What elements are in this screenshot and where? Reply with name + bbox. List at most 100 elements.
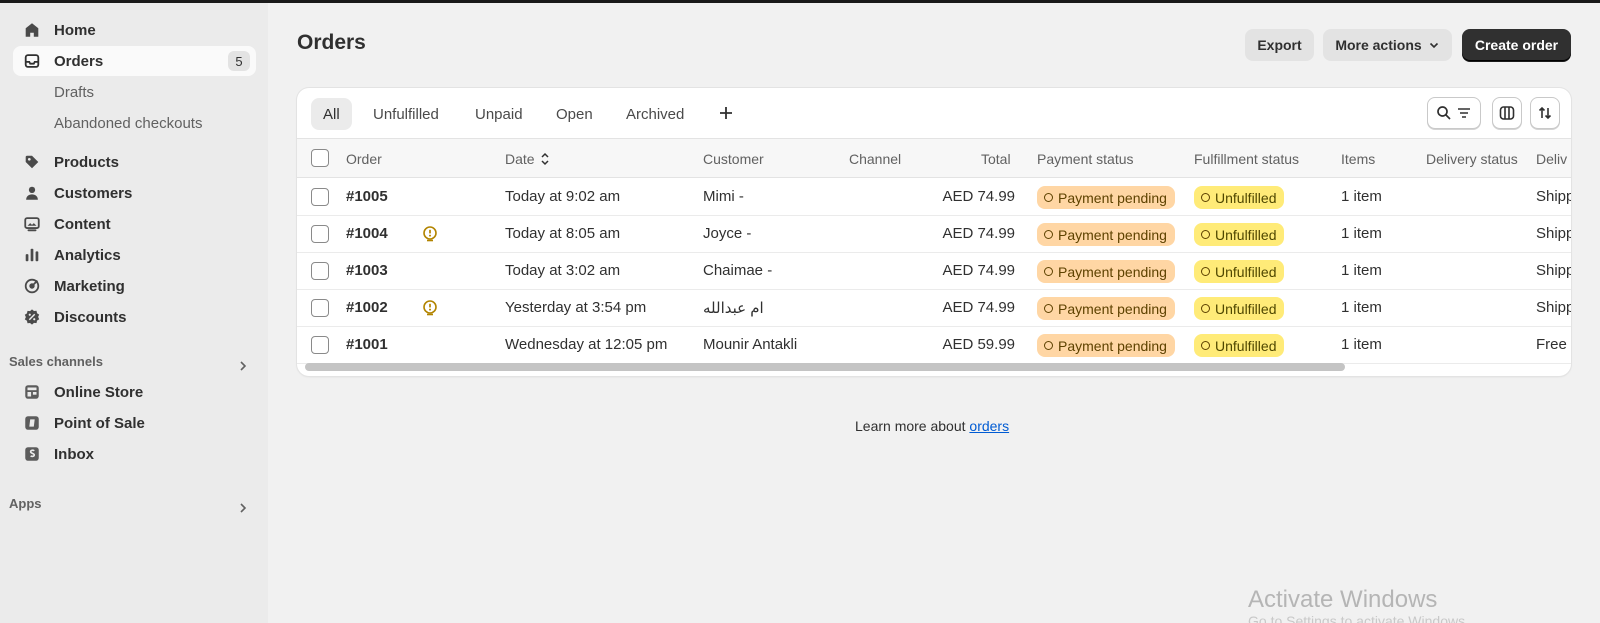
sidebar-item-marketing[interactable]: Marketing [13, 271, 256, 301]
status-dot-icon [1201, 230, 1210, 239]
fulfillment-status-badge: Unfulfilled [1194, 334, 1285, 357]
payment-status-badge: Payment pending [1037, 297, 1175, 320]
risk-alert-icon[interactable] [421, 299, 439, 317]
sort-button[interactable] [1530, 97, 1560, 129]
row-checkbox[interactable] [311, 262, 329, 280]
row-checkbox[interactable] [311, 225, 329, 243]
column-header-customer[interactable]: Customer [703, 151, 764, 167]
table-header: Order Date Customer Channel Total Paymen… [297, 138, 1571, 178]
order-date: Today at 8:05 am [505, 225, 621, 242]
discount-badge-icon [21, 306, 43, 328]
row-checkbox[interactable] [311, 299, 329, 317]
status-dot-icon [1044, 230, 1053, 239]
sidebar-item-customers[interactable]: Customers [13, 178, 256, 208]
apps-heading[interactable]: Apps [9, 496, 42, 511]
chevron-right-icon[interactable] [236, 501, 250, 515]
table-row[interactable]: #1004 Today at 8:05 am Joyce - AED 74.99 Pay… [297, 216, 1571, 253]
sidebar-subitem-abandoned-checkouts[interactable]: Abandoned checkouts [54, 115, 202, 132]
column-header-delivery-status[interactable]: Delivery status [1426, 151, 1518, 167]
payment-status-label: Payment pending [1058, 189, 1167, 206]
column-header-date[interactable]: Date [505, 151, 551, 167]
column-header-order[interactable]: Order [346, 151, 382, 167]
status-dot-icon [1201, 341, 1210, 350]
orders-help-link[interactable]: orders [969, 418, 1009, 434]
page-title: Orders [297, 31, 366, 54]
search-icon [1437, 106, 1451, 120]
sidebar-item-inbox[interactable]: Inbox [13, 439, 256, 469]
sidebar-item-label: Home [54, 21, 96, 39]
bar-chart-icon [21, 244, 43, 266]
columns-button[interactable] [1492, 97, 1522, 129]
orders-count-badge: 5 [228, 51, 250, 71]
tab-unfulfilled[interactable]: Unfulfilled [361, 98, 451, 130]
columns-icon [1499, 106, 1515, 120]
column-header-fulfillment-status[interactable]: Fulfillment status [1194, 151, 1299, 167]
fulfillment-status-label: Unfulfilled [1215, 300, 1277, 317]
tab-open[interactable]: Open [544, 98, 605, 130]
fulfillment-status-badge: Unfulfilled [1194, 223, 1285, 246]
sidebar-item-label: Content [54, 215, 111, 233]
sidebar-item-point-of-sale[interactable]: Point of Sale [13, 408, 256, 438]
order-total: AED 74.99 [942, 225, 1015, 242]
status-dot-icon [1201, 304, 1210, 313]
sidebar-item-label: Analytics [54, 246, 121, 264]
payment-status-label: Payment pending [1058, 300, 1167, 317]
order-number[interactable]: #1003 [346, 262, 388, 279]
column-header-total[interactable]: Total [981, 151, 1011, 167]
export-button[interactable]: Export [1245, 29, 1314, 61]
sidebar-item-orders[interactable]: Orders 5 [13, 46, 256, 76]
sales-channels-heading[interactable]: Sales channels [9, 354, 103, 369]
items-count: 1 item [1341, 262, 1382, 279]
order-number[interactable]: #1001 [346, 336, 388, 353]
sidebar-item-discounts[interactable]: Discounts [13, 302, 256, 332]
sort-updown-icon [541, 152, 549, 166]
more-actions-label: More actions [1335, 37, 1422, 53]
column-header-payment-status[interactable]: Payment status [1037, 151, 1134, 167]
tab-unpaid[interactable]: Unpaid [463, 98, 535, 130]
sidebar-item-content[interactable]: Content [13, 209, 256, 239]
sidebar: Home Orders 5 Drafts Abandoned checkouts… [0, 3, 268, 623]
column-header-items[interactable]: Items [1341, 151, 1375, 167]
order-total: AED 74.99 [942, 262, 1015, 279]
filter-lines-icon [1458, 108, 1470, 118]
sidebar-item-online-store[interactable]: Online Store [13, 377, 256, 407]
risk-alert-icon[interactable] [421, 225, 439, 243]
order-number[interactable]: #1004 [346, 225, 388, 242]
payment-status-label: Payment pending [1058, 337, 1167, 354]
create-order-button[interactable]: Create order [1462, 29, 1571, 61]
delivery-method: Shipp [1536, 188, 1571, 205]
payment-status-badge: Payment pending [1037, 186, 1175, 209]
table-row[interactable]: #1001 Wednesday at 12:05 pm Mounir Antakli… [297, 327, 1571, 364]
table-row[interactable]: #1005 Today at 9:02 am Mimi - AED 74.99 Paym… [297, 179, 1571, 216]
learn-more-prefix: Learn more about [855, 418, 970, 434]
row-checkbox[interactable] [311, 188, 329, 206]
row-checkbox[interactable] [311, 336, 329, 354]
order-number[interactable]: #1005 [346, 188, 388, 205]
order-number[interactable]: #1002 [346, 299, 388, 316]
column-header-channel[interactable]: Channel [849, 151, 901, 167]
add-view-button[interactable] [713, 100, 739, 126]
search-filter-button[interactable] [1427, 97, 1481, 129]
sidebar-item-products[interactable]: Products [13, 147, 256, 177]
chevron-right-icon[interactable] [236, 359, 250, 373]
tab-all[interactable]: All [311, 98, 352, 130]
select-all-checkbox[interactable] [311, 149, 329, 167]
delivery-method: Shipp [1536, 225, 1571, 242]
sidebar-item-label: Point of Sale [54, 414, 145, 432]
sidebar-item-label: Discounts [54, 308, 127, 326]
table-row[interactable]: #1003 Today at 3:02 am Chaimae - AED 74.99 P… [297, 253, 1571, 290]
sidebar-subitem-drafts[interactable]: Drafts [54, 84, 94, 101]
items-count: 1 item [1341, 299, 1382, 316]
fulfillment-status-badge: Unfulfilled [1194, 260, 1285, 283]
horizontal-scrollbar[interactable] [305, 363, 1345, 371]
status-dot-icon [1201, 267, 1210, 276]
sidebar-item-home[interactable]: Home [13, 15, 256, 45]
sidebar-item-label: Products [54, 153, 120, 171]
column-header-delivery-method[interactable]: Deliv [1536, 151, 1567, 167]
table-row[interactable]: #1002 Yesterday at 3:54 pm ام عبدالله AED 7… [297, 290, 1571, 327]
more-actions-button[interactable]: More actions [1323, 29, 1452, 61]
image-icon [21, 213, 43, 235]
sidebar-item-analytics[interactable]: Analytics [13, 240, 256, 270]
status-dot-icon [1044, 267, 1053, 276]
tab-archived[interactable]: Archived [614, 98, 696, 130]
